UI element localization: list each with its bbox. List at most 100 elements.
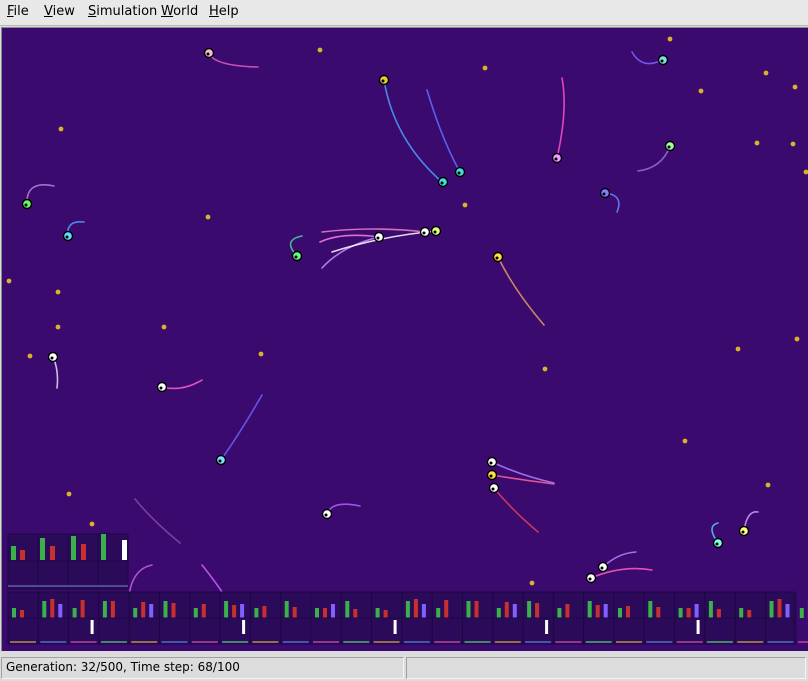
- chart-bar: [101, 534, 106, 560]
- strip-bar: [557, 608, 562, 618]
- strip-bar: [149, 604, 154, 618]
- strip-bar: [474, 601, 479, 618]
- creature: [597, 561, 609, 573]
- food-pellet: [161, 324, 167, 330]
- strip-bar: [20, 610, 24, 618]
- strip-bar: [80, 600, 85, 618]
- creature-trail: [134, 498, 181, 544]
- menu-simulation[interactable]: Simulation: [88, 4, 157, 19]
- strip-bar: [444, 600, 449, 618]
- creature: [657, 54, 669, 66]
- menu-view[interactable]: View: [44, 4, 75, 19]
- food-pellet: [763, 70, 769, 76]
- menu-world[interactable]: World: [161, 4, 198, 19]
- strip-bar: [535, 603, 540, 618]
- creature: [599, 187, 611, 199]
- creature-eye: [440, 181, 444, 185]
- strip-bar: [58, 604, 63, 618]
- creature: [664, 140, 676, 152]
- food-pellet: [794, 336, 800, 342]
- strip-bar: [163, 601, 168, 618]
- chart-bar: [11, 546, 16, 560]
- strip-bar: [254, 608, 259, 618]
- creature: [454, 166, 466, 178]
- chart-bar: [40, 538, 45, 560]
- strip-bar: [242, 620, 246, 634]
- strip-bar: [545, 620, 549, 634]
- creature-trail: [631, 51, 663, 65]
- strip-bar: [708, 601, 713, 618]
- strip-bar: [421, 604, 426, 618]
- food-pellet: [735, 346, 741, 352]
- strip-bar: [747, 610, 752, 618]
- creatures: [21, 47, 750, 624]
- genome-stats-strip: [7, 591, 808, 645]
- food-pellet: [205, 214, 211, 220]
- world-canvas[interactable]: [2, 28, 808, 651]
- strip-bar: [587, 601, 592, 618]
- food-pellet: [698, 88, 704, 94]
- strip-bar: [565, 604, 570, 618]
- food-pellet: [682, 438, 688, 444]
- creature-eye: [324, 513, 328, 517]
- strip-bar: [12, 608, 16, 618]
- creature: [430, 225, 442, 237]
- strip-bar: [224, 601, 229, 618]
- status-pane-left: Generation: 32/500, Time step: 68/100: [1, 657, 404, 679]
- creature-trail: [493, 487, 539, 533]
- creature-trails: [26, 51, 759, 619]
- creature: [321, 508, 333, 520]
- status-pane-right: [406, 657, 806, 679]
- strip-bar: [42, 601, 47, 618]
- creature-eye: [457, 171, 461, 175]
- status-text: Generation: 32/500, Time step: 68/100: [6, 660, 240, 674]
- creature-eye: [206, 52, 210, 56]
- strip-bar: [739, 608, 744, 618]
- chart-bar: [50, 546, 55, 560]
- creature: [488, 482, 500, 494]
- food-pellet: [754, 140, 760, 146]
- menu-help[interactable]: Help: [209, 4, 239, 19]
- strip-bar: [141, 602, 146, 618]
- menu-file[interactable]: File: [7, 4, 29, 19]
- food-pellet: [803, 169, 808, 175]
- strip-bar: [171, 603, 176, 618]
- creature: [437, 176, 449, 188]
- creature: [551, 152, 563, 164]
- creature-trail: [220, 394, 263, 461]
- strip-bar: [466, 601, 471, 618]
- food-pellet: [58, 126, 64, 132]
- chart-bar: [122, 540, 127, 560]
- creature-trail: [637, 145, 671, 172]
- creature-eye: [491, 487, 495, 491]
- strip-bar: [102, 601, 107, 618]
- strip-bar: [527, 601, 532, 618]
- strip-bar: [133, 608, 138, 618]
- creature: [486, 469, 498, 481]
- chart-bar: [71, 536, 76, 560]
- strip-bar: [375, 608, 380, 618]
- strip-bar: [686, 608, 691, 618]
- strip-bar: [383, 610, 388, 618]
- creature: [378, 74, 390, 86]
- food-pellet: [66, 491, 72, 497]
- menu-bar: File View Simulation World Help: [0, 0, 808, 26]
- strip-bar: [345, 601, 350, 618]
- creature-trail: [383, 79, 443, 183]
- creature-eye: [660, 59, 664, 63]
- creature-eye: [667, 145, 671, 149]
- creature-trail: [208, 52, 259, 68]
- strip-bar: [436, 608, 441, 618]
- creature-eye: [50, 356, 54, 360]
- creature: [21, 198, 33, 210]
- creature-eye: [602, 192, 606, 196]
- creature-eye: [433, 230, 437, 234]
- strip-bar: [262, 606, 267, 618]
- strip-bar: [512, 604, 517, 618]
- simulation-world-view[interactable]: [1, 27, 808, 651]
- strip-bar: [284, 601, 289, 618]
- creature: [215, 454, 227, 466]
- creature: [291, 250, 303, 262]
- creature-eye: [495, 256, 499, 260]
- strip-bar: [626, 606, 630, 618]
